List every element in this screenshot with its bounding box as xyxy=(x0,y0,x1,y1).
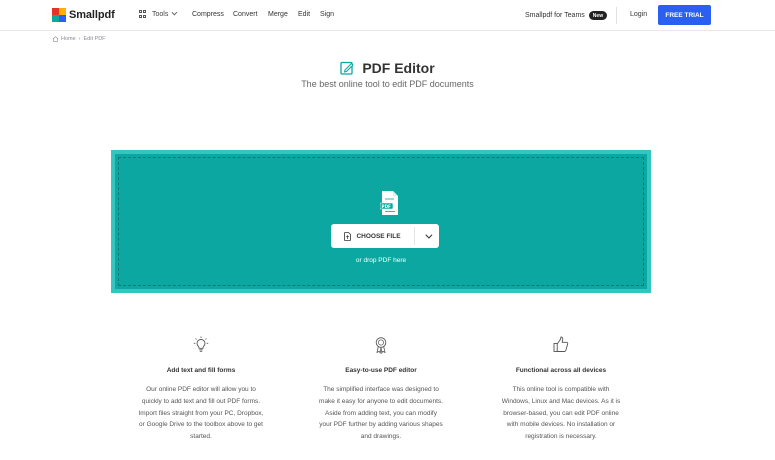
feature-easy-to-use: Easy-to-use PDF editor The simplified in… xyxy=(296,336,466,443)
tools-menu-button[interactable]: Tools xyxy=(139,9,178,18)
choose-file-label: CHOOSE FILE xyxy=(356,232,401,240)
choose-file-source-dropdown[interactable] xyxy=(415,224,439,248)
nav-compress[interactable]: Compress xyxy=(192,11,224,18)
breadcrumb-separator: › xyxy=(78,36,81,42)
feature-description: Our online PDF editor will allow you to … xyxy=(138,386,264,441)
smallpdf-logo[interactable]: Smallpdf xyxy=(52,8,115,22)
nav-merge[interactable]: Merge xyxy=(268,11,288,18)
choose-file-button-group: CHOOSE FILE xyxy=(331,224,439,248)
header-divider xyxy=(616,7,617,24)
choose-file-button[interactable]: CHOOSE FILE xyxy=(331,224,414,248)
feature-title: Functional across all devices xyxy=(515,367,607,374)
pdf-file-icon: PDF xyxy=(380,191,398,215)
logo-text: Smallpdf xyxy=(69,9,115,21)
page-subtitle: The best online tool to edit PDF documen… xyxy=(301,79,474,89)
login-link[interactable]: Login xyxy=(630,11,647,18)
svg-text:PDF: PDF xyxy=(382,204,392,209)
file-drop-zone[interactable]: PDF CHOOSE FILE or drop PDF here xyxy=(111,150,651,293)
new-badge: New xyxy=(588,11,608,20)
page-title: PDF Editor xyxy=(362,60,435,76)
breadcrumb-home[interactable]: Home xyxy=(61,36,76,42)
nav-sign[interactable]: Sign xyxy=(320,11,334,18)
drop-hint-text: or drop PDF here xyxy=(355,257,407,264)
feature-title: Easy-to-use PDF editor xyxy=(345,367,417,374)
smallpdf-for-teams-link[interactable]: Smallpdf for Teams New xyxy=(525,11,608,20)
nav-convert[interactable]: Convert xyxy=(233,11,258,18)
feature-description: The simplified interface was designed to… xyxy=(319,386,443,441)
nav-edit[interactable]: Edit xyxy=(298,11,310,18)
free-trial-button[interactable]: FREE TRIAL xyxy=(658,5,711,25)
breadcrumb-current: Edit PDF xyxy=(83,36,106,42)
pdf-edit-icon xyxy=(340,61,355,75)
feature-title: Add text and fill forms xyxy=(166,367,236,374)
drop-zone-dashed-border: PDF CHOOSE FILE or drop PDF here xyxy=(118,157,644,286)
award-ribbon-icon xyxy=(375,337,387,354)
home-icon xyxy=(52,36,59,42)
feature-description: This online tool is compatible with Wind… xyxy=(501,386,621,441)
feature-all-devices: Functional across all devices This onlin… xyxy=(476,336,646,443)
teams-label: Smallpdf for Teams xyxy=(525,12,585,19)
feature-add-text: Add text and fill forms Our online PDF e… xyxy=(116,336,286,443)
grid-icon xyxy=(139,10,147,18)
tools-label: Tools xyxy=(152,10,169,18)
file-upload-icon xyxy=(344,231,352,241)
smallpdf-logo-mark xyxy=(52,8,66,22)
page-title-row: PDF Editor xyxy=(0,60,775,76)
top-navigation-bar: Smallpdf Tools Compress Convert Merge Ed… xyxy=(0,0,775,31)
thumbs-up-icon xyxy=(553,336,569,352)
chevron-down-icon xyxy=(424,231,432,239)
chevron-down-icon xyxy=(171,9,178,16)
lightbulb-icon xyxy=(193,336,209,352)
breadcrumb: Home › Edit PDF xyxy=(52,36,106,42)
